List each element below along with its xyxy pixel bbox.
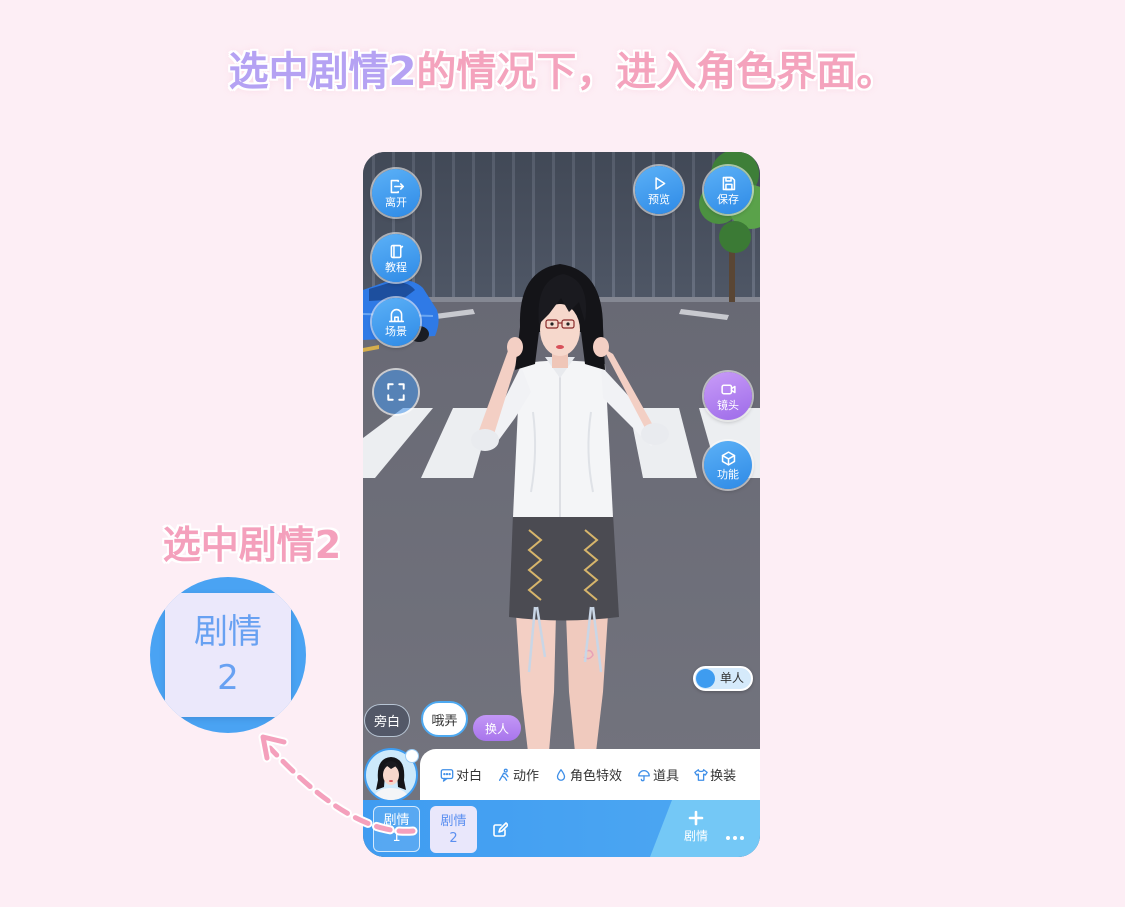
plot-card-1-line2: 1 — [392, 830, 401, 845]
tool-outfit-label: 换装 — [710, 769, 737, 784]
add-plot-label: 剧情 — [683, 829, 708, 843]
single-mode-toggle[interactable]: 单人 — [693, 666, 753, 691]
callout-label: 选中剧情2 — [162, 523, 342, 567]
add-plot-button[interactable]: 剧情 — [676, 810, 716, 852]
save-button[interactable]: 保存 — [704, 166, 752, 214]
play-icon — [654, 176, 665, 190]
scene-icon — [388, 308, 404, 322]
character-model — [471, 264, 669, 752]
save-label: 保存 — [717, 192, 739, 206]
fullscreen-button[interactable] — [374, 370, 418, 414]
phone-screen: 离开 教程 场景 预览 保存 镜头 功能 单人 旁白 哦弄 换人 对白 动作 角… — [363, 152, 760, 857]
function-button[interactable]: 功能 — [704, 441, 752, 489]
chip-character-selected[interactable]: 哦弄 — [421, 701, 468, 737]
tool-action-label: 动作 — [513, 769, 540, 784]
action-icon — [498, 768, 509, 781]
plot-bar: 剧情 1 剧情 2 剧情 — [363, 800, 760, 857]
exit-label: 离开 — [385, 195, 407, 209]
exit-icon — [390, 179, 404, 193]
title-rest: 的情况下，进入角色界面。 — [416, 49, 897, 95]
plot-card-2-line1: 剧情 — [440, 813, 467, 829]
tutorial-button[interactable]: 教程 — [372, 234, 420, 282]
scene-label: 场景 — [385, 324, 407, 338]
prop-icon — [638, 769, 650, 781]
toggle-knob — [696, 669, 715, 688]
more-icon — [726, 836, 744, 840]
preview-label: 预览 — [648, 192, 670, 206]
toggle-label: 单人 — [720, 671, 745, 685]
title-highlight: 选中剧情2 — [228, 49, 417, 95]
edit-icon — [493, 822, 509, 837]
plot-card-1[interactable]: 剧情 1 — [373, 806, 420, 852]
zoomed-card-line1: 剧情 — [194, 612, 262, 652]
character-action-toolbar: 对白 动作 角色特效 道具 换装 — [420, 749, 760, 800]
scene-button[interactable]: 场景 — [372, 298, 420, 346]
camera-icon — [720, 383, 736, 395]
more-options-button[interactable] — [725, 827, 745, 840]
page-title: 选中剧情2的情况下，进入角色界面。 — [0, 46, 1125, 98]
preview-button[interactable]: 预览 — [635, 166, 683, 214]
tool-effects-label: 角色特效 — [570, 769, 623, 784]
camera-button[interactable]: 镜头 — [704, 372, 752, 420]
zoomed-card-line2: 2 — [217, 658, 239, 698]
exit-button[interactable]: 离开 — [372, 169, 420, 217]
plot-card-2-selected[interactable]: 剧情 2 — [430, 806, 477, 853]
zoomed-plot-card: 剧情 2 — [165, 593, 291, 717]
tutorial-label: 教程 — [385, 260, 407, 274]
tool-props-label: 道具 — [653, 769, 680, 784]
tool-character-effects[interactable]: 角色特效 — [554, 765, 622, 784]
function-cube-icon — [721, 450, 735, 466]
chip-switch-character[interactable]: 换人 — [473, 715, 521, 741]
chip-narration[interactable]: 旁白 — [364, 704, 410, 737]
save-icon — [722, 176, 735, 190]
camera-label: 镜头 — [717, 398, 739, 412]
outfit-icon — [694, 768, 708, 781]
tool-action[interactable]: 动作 — [497, 765, 539, 784]
fullscreen-icon — [387, 383, 405, 401]
plot-card-1-line1: 剧情 — [383, 813, 410, 828]
tutorial-book-icon — [390, 244, 403, 258]
tool-dialogue-label: 对白 — [456, 769, 483, 784]
plus-icon — [688, 810, 704, 826]
avatar-badge-icon — [406, 750, 418, 762]
effect-icon — [556, 768, 566, 781]
tool-props[interactable]: 道具 — [637, 765, 679, 784]
tool-dialogue[interactable]: 对白 — [440, 765, 482, 784]
edit-plot-button[interactable] — [492, 822, 509, 838]
function-label: 功能 — [717, 467, 739, 481]
dialogue-icon — [440, 768, 454, 782]
zoom-magnifier: 剧情 2 — [150, 577, 306, 733]
tool-outfit[interactable]: 换装 — [694, 765, 736, 784]
plot-card-2-line2: 2 — [449, 830, 458, 846]
